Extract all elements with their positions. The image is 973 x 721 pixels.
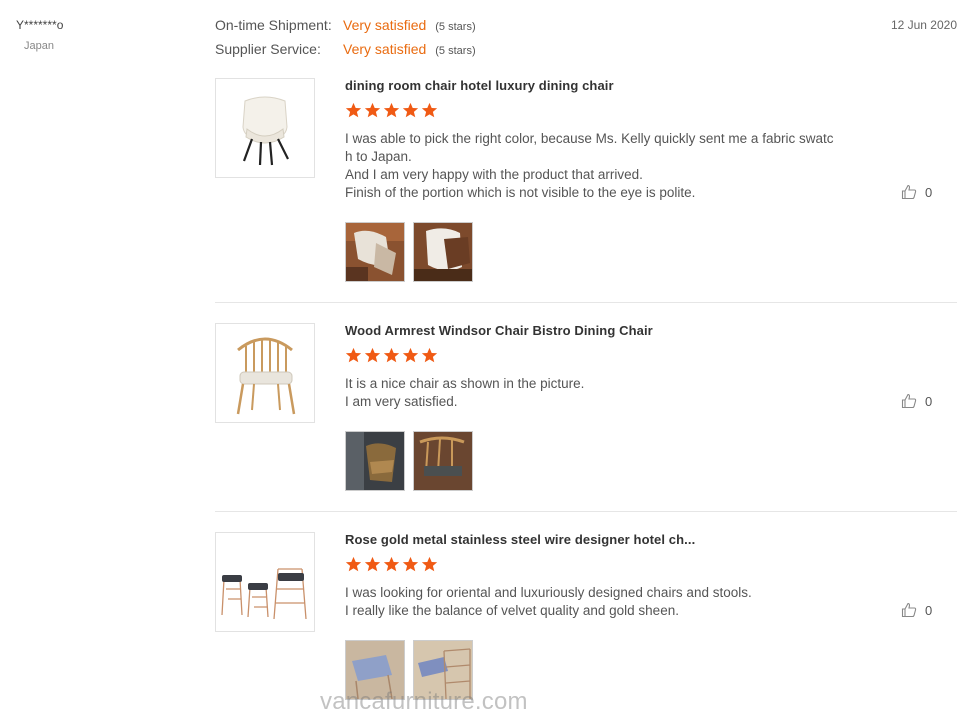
star-icon (345, 347, 362, 363)
reviewer-info: Y*******o Japan (16, 18, 63, 52)
star-icon (364, 102, 381, 118)
review-divider (215, 302, 957, 303)
star-icon (383, 102, 400, 118)
like-button[interactable]: 0 (901, 184, 932, 200)
rating-label: On-time Shipment: (215, 17, 332, 33)
star-icon (364, 347, 381, 363)
star-icon (402, 347, 419, 363)
watermark-text: vancafurniture.com (320, 688, 528, 715)
review-item: Wood Armrest Windsor Chair Bistro Dining… (215, 323, 957, 493)
rating-stars-text: (5 stars) (435, 45, 476, 57)
like-count: 0 (925, 184, 933, 200)
review-item: dining room chair hotel luxury dining ch… (215, 78, 957, 288)
product-thumbnail[interactable] (215, 323, 315, 423)
review-photo[interactable] (413, 222, 473, 282)
reviewer-country: Japan (24, 40, 54, 52)
review-comment: I was able to pick the right color, beca… (345, 130, 855, 202)
review-comment: It is a nice chair as shown in the pictu… (345, 375, 855, 411)
like-count: 0 (925, 393, 933, 409)
comment-line: h to Japan. (345, 149, 412, 164)
review-photos (345, 431, 473, 491)
star-icon (345, 102, 362, 118)
product-title[interactable]: Wood Armrest Windsor Chair Bistro Dining… (345, 323, 653, 338)
star-icon (421, 556, 438, 572)
review-photos (345, 222, 473, 282)
star-icon (383, 347, 400, 363)
rating-label: Supplier Service: (215, 41, 321, 57)
rating-row-shipment: On-time Shipment: Very satisfied (5 star… (215, 17, 476, 41)
like-count: 0 (925, 602, 933, 618)
star-icon (402, 102, 419, 118)
review-photo[interactable] (345, 431, 405, 491)
comment-line: It is a nice chair as shown in the pictu… (345, 376, 585, 391)
review-divider (215, 511, 957, 512)
comment-line: I really like the balance of velvet qual… (345, 603, 679, 618)
reviewer-name: Y*******o (16, 18, 64, 32)
review-photo[interactable] (345, 222, 405, 282)
rating-row-service: Supplier Service: Very satisfied (5 star… (215, 41, 476, 65)
thumbs-up-icon (901, 393, 917, 409)
supplier-ratings: On-time Shipment: Very satisfied (5 star… (215, 17, 476, 65)
product-title[interactable]: Rose gold metal stainless steel wire des… (345, 532, 695, 547)
like-button[interactable]: 0 (901, 393, 932, 409)
comment-line: I am very satisfied. (345, 394, 458, 409)
star-rating (345, 556, 438, 573)
star-icon (364, 556, 381, 572)
product-title[interactable]: dining room chair hotel luxury dining ch… (345, 78, 614, 93)
review-date: 12 Jun 2020 (890, 18, 957, 32)
comment-line: And I am very happy with the product tha… (345, 167, 643, 182)
like-button[interactable]: 0 (901, 602, 932, 618)
thumbs-up-icon (901, 602, 917, 618)
thumbs-up-icon (901, 184, 917, 200)
rating-stars-text: (5 stars) (435, 21, 476, 33)
star-rating (345, 347, 438, 364)
rating-value: Very satisfied (343, 17, 427, 33)
review-item: Rose gold metal stainless steel wire des… (215, 532, 957, 702)
review-photo[interactable] (413, 431, 473, 491)
star-icon (421, 347, 438, 363)
star-icon (421, 102, 438, 118)
comment-line: I was able to pick the right color, beca… (345, 131, 834, 146)
rating-value: Very satisfied (343, 41, 427, 57)
review-comment: I was looking for oriental and luxurious… (345, 584, 855, 620)
comment-line: Finish of the portion which is not visib… (345, 185, 696, 200)
star-rating (345, 102, 438, 119)
star-icon (383, 556, 400, 572)
product-thumbnail[interactable] (215, 78, 315, 178)
star-icon (402, 556, 419, 572)
star-icon (345, 556, 362, 572)
product-thumbnail[interactable] (215, 532, 315, 632)
comment-line: I was looking for oriental and luxurious… (345, 585, 752, 600)
